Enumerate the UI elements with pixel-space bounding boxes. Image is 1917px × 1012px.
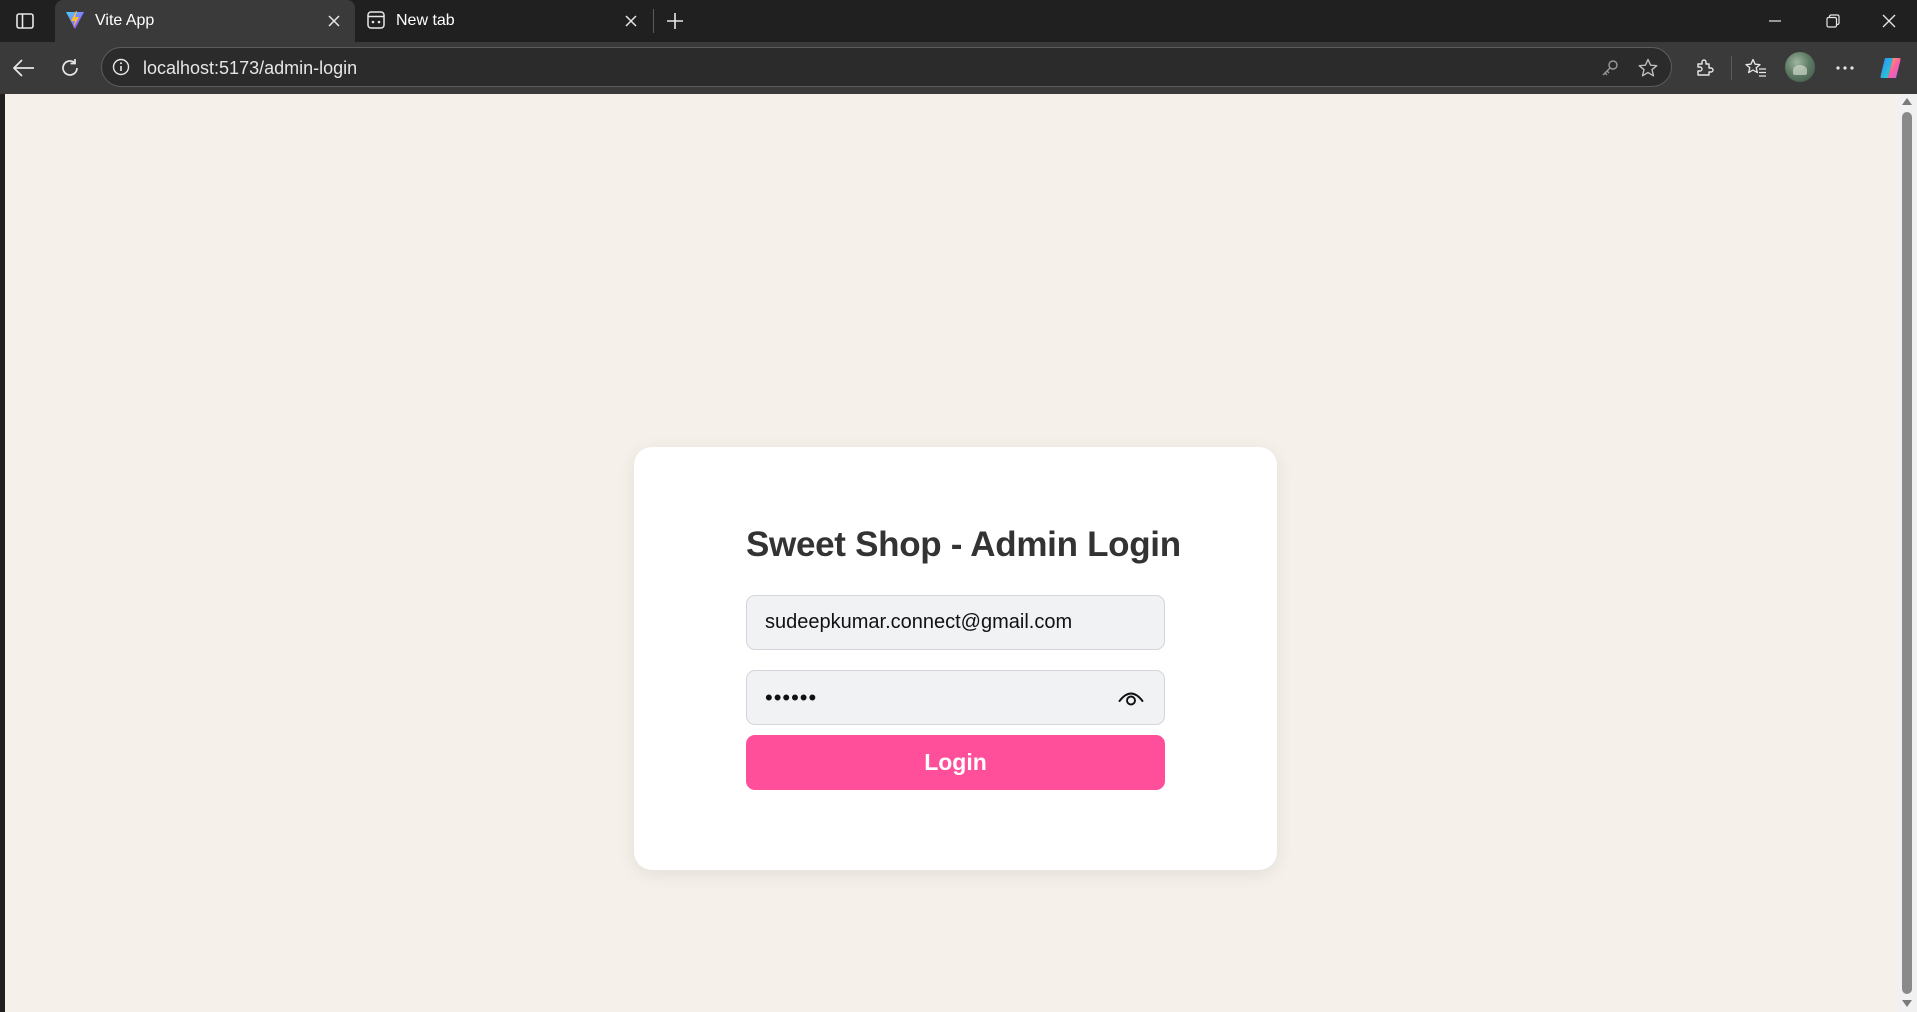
- password-key-icon[interactable]: [1599, 57, 1621, 79]
- extensions-icon[interactable]: [1689, 53, 1719, 83]
- favorites-icon[interactable]: [1741, 53, 1771, 83]
- password-field-wrapper: [746, 670, 1165, 725]
- vite-logo-icon: [64, 9, 86, 31]
- show-password-eye-icon[interactable]: [1117, 686, 1145, 710]
- email-field-wrapper: [746, 595, 1165, 650]
- minimize-button[interactable]: [1747, 0, 1803, 42]
- restore-icon: [1826, 14, 1840, 28]
- scroll-down-arrow-icon[interactable]: [1902, 1000, 1912, 1007]
- tab-title: New tab: [396, 12, 455, 29]
- tab-title: Vite App: [95, 12, 155, 29]
- tab-divider: [653, 9, 654, 33]
- address-bar[interactable]: localhost:5173/admin-login: [101, 47, 1672, 87]
- more-options-icon[interactable]: [1830, 53, 1860, 83]
- back-button[interactable]: [9, 53, 39, 83]
- profile-avatar[interactable]: [1785, 52, 1815, 82]
- favorite-star-icon[interactable]: [1637, 57, 1659, 79]
- close-icon: [1882, 14, 1896, 28]
- reload-button[interactable]: [55, 53, 85, 83]
- password-field[interactable]: [747, 671, 1164, 724]
- site-info-icon[interactable]: [111, 57, 131, 77]
- browser-toolbar: localhost:5173/admin-login: [0, 42, 1917, 94]
- page-title: Sweet Shop - Admin Login: [746, 525, 1181, 564]
- new-tab-button[interactable]: [662, 8, 688, 34]
- login-card: Sweet Shop - Admin Login Login: [634, 447, 1277, 870]
- back-arrow-icon: [13, 59, 34, 77]
- copilot-icon[interactable]: [1877, 53, 1907, 83]
- scroll-thumb[interactable]: [1902, 112, 1912, 994]
- toolbar-divider: [1731, 56, 1732, 80]
- new-tab-page-icon: [365, 9, 387, 31]
- plus-icon: [667, 13, 683, 29]
- minimize-icon: [1769, 20, 1781, 22]
- close-tab-icon[interactable]: [323, 10, 345, 32]
- browser-tab-strip: Vite App New tab: [0, 0, 1917, 42]
- scroll-up-arrow-icon[interactable]: [1902, 98, 1912, 105]
- sidebar-toggle-icon[interactable]: [12, 9, 38, 33]
- page-scrollbar[interactable]: [1897, 94, 1917, 1012]
- email-field[interactable]: [747, 596, 1164, 649]
- close-window-button[interactable]: [1861, 0, 1917, 42]
- restore-button[interactable]: [1805, 0, 1861, 42]
- page-viewport: Sweet Shop - Admin Login Login: [5, 94, 1897, 1012]
- close-tab-icon[interactable]: [620, 10, 642, 32]
- url-text[interactable]: localhost:5173/admin-login: [143, 58, 357, 79]
- tab-vite-app[interactable]: Vite App: [55, 0, 355, 42]
- login-button[interactable]: Login: [746, 735, 1165, 790]
- tab-new-tab[interactable]: New tab: [356, 0, 652, 42]
- reload-icon: [62, 59, 78, 76]
